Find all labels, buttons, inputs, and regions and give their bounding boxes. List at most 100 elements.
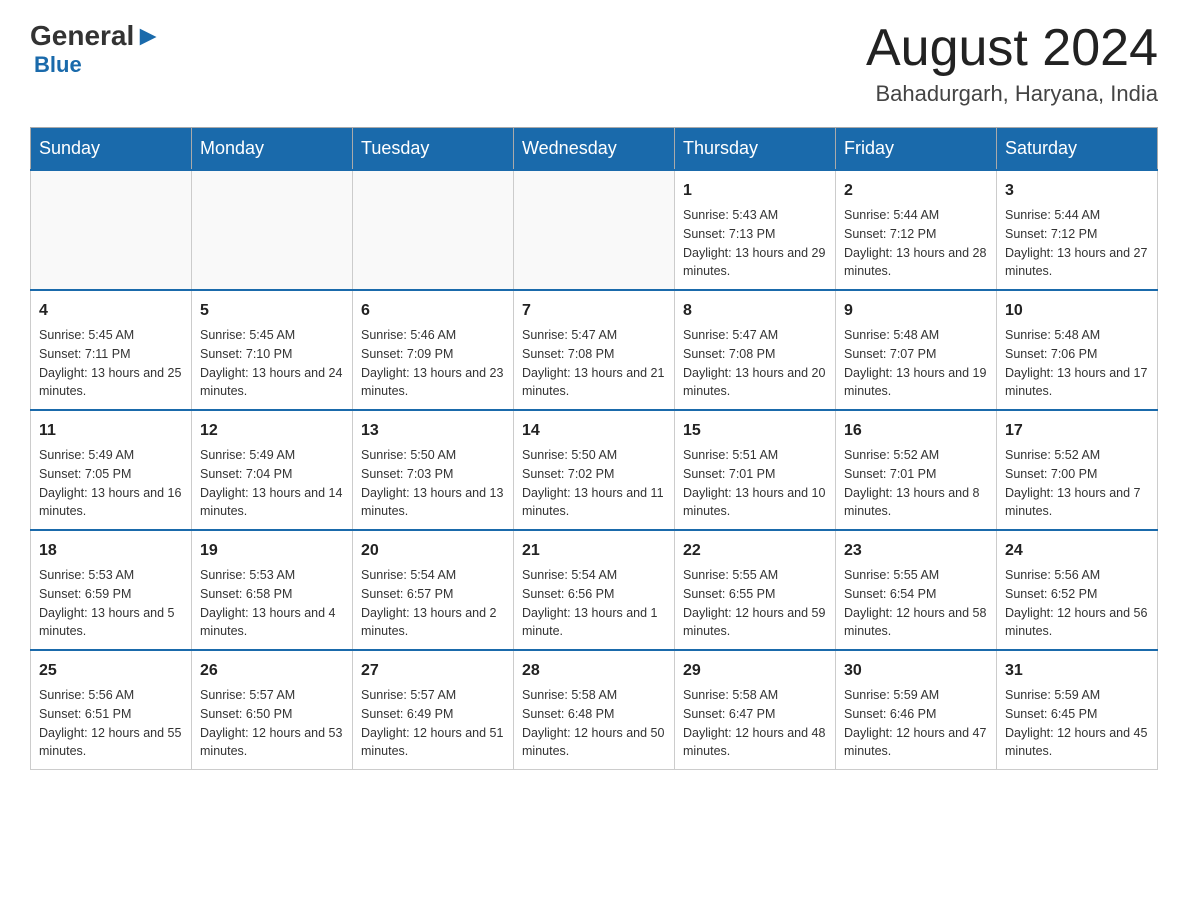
calendar-header-friday: Friday	[836, 128, 997, 171]
day-number: 6	[361, 299, 505, 323]
day-number: 22	[683, 539, 827, 563]
day-number: 28	[522, 659, 666, 683]
day-info: Sunrise: 5:45 AM Sunset: 7:10 PM Dayligh…	[200, 326, 344, 401]
day-info: Sunrise: 5:59 AM Sunset: 6:46 PM Dayligh…	[844, 686, 988, 761]
calendar-cell: 26 Sunrise: 5:57 AM Sunset: 6:50 PM Dayli…	[192, 650, 353, 770]
calendar-cell: 5 Sunrise: 5:45 AM Sunset: 7:10 PM Daylig…	[192, 290, 353, 410]
day-number: 24	[1005, 539, 1149, 563]
day-info: Sunrise: 5:57 AM Sunset: 6:49 PM Dayligh…	[361, 686, 505, 761]
calendar-cell: 11 Sunrise: 5:49 AM Sunset: 7:05 PM Dayli…	[31, 410, 192, 530]
day-number: 31	[1005, 659, 1149, 683]
day-info: Sunrise: 5:58 AM Sunset: 6:48 PM Dayligh…	[522, 686, 666, 761]
calendar-header-tuesday: Tuesday	[353, 128, 514, 171]
day-info: Sunrise: 5:55 AM Sunset: 6:55 PM Dayligh…	[683, 566, 827, 641]
calendar-cell: 12 Sunrise: 5:49 AM Sunset: 7:04 PM Dayli…	[192, 410, 353, 530]
calendar-header-sunday: Sunday	[31, 128, 192, 171]
calendar-cell: 29 Sunrise: 5:58 AM Sunset: 6:47 PM Dayli…	[675, 650, 836, 770]
day-info: Sunrise: 5:54 AM Sunset: 6:57 PM Dayligh…	[361, 566, 505, 641]
week-row-5: 25 Sunrise: 5:56 AM Sunset: 6:51 PM Dayli…	[31, 650, 1158, 770]
day-number: 9	[844, 299, 988, 323]
calendar-cell: 13Sunrise: 5:50 AM Sunset: 7:03 PM Dayli…	[353, 410, 514, 530]
calendar-header-saturday: Saturday	[997, 128, 1158, 171]
calendar-header-monday: Monday	[192, 128, 353, 171]
day-info: Sunrise: 5:58 AM Sunset: 6:47 PM Dayligh…	[683, 686, 827, 761]
calendar-header-thursday: Thursday	[675, 128, 836, 171]
calendar-cell: 19Sunrise: 5:53 AM Sunset: 6:58 PM Dayli…	[192, 530, 353, 650]
calendar-cell: 14 Sunrise: 5:50 AM Sunset: 7:02 PM Dayli…	[514, 410, 675, 530]
day-number: 20	[361, 539, 505, 563]
day-info: Sunrise: 5:52 AM Sunset: 7:00 PM Dayligh…	[1005, 446, 1149, 521]
day-number: 29	[683, 659, 827, 683]
day-number: 10	[1005, 299, 1149, 323]
week-row-3: 11 Sunrise: 5:49 AM Sunset: 7:05 PM Dayli…	[31, 410, 1158, 530]
day-number: 26	[200, 659, 344, 683]
day-info: Sunrise: 5:49 AM Sunset: 7:05 PM Dayligh…	[39, 446, 183, 521]
week-row-4: 18Sunrise: 5:53 AM Sunset: 6:59 PM Dayli…	[31, 530, 1158, 650]
day-info: Sunrise: 5:54 AM Sunset: 6:56 PM Dayligh…	[522, 566, 666, 641]
day-info: Sunrise: 5:53 AM Sunset: 6:59 PM Dayligh…	[39, 566, 183, 641]
day-number: 8	[683, 299, 827, 323]
day-info: Sunrise: 5:52 AM Sunset: 7:01 PM Dayligh…	[844, 446, 988, 521]
day-info: Sunrise: 5:57 AM Sunset: 6:50 PM Dayligh…	[200, 686, 344, 761]
logo-arrow-icon: ►	[134, 20, 162, 52]
day-info: Sunrise: 5:55 AM Sunset: 6:54 PM Dayligh…	[844, 566, 988, 641]
calendar-cell: 30 Sunrise: 5:59 AM Sunset: 6:46 PM Dayli…	[836, 650, 997, 770]
day-number: 11	[39, 419, 183, 443]
calendar-cell: 27 Sunrise: 5:57 AM Sunset: 6:49 PM Dayli…	[353, 650, 514, 770]
day-number: 15	[683, 419, 827, 443]
day-number: 1	[683, 179, 827, 203]
calendar-cell	[353, 170, 514, 290]
day-info: Sunrise: 5:43 AM Sunset: 7:13 PM Dayligh…	[683, 206, 827, 281]
calendar-title-block: August 2024 Bahadurgarh, Haryana, India	[866, 20, 1158, 107]
day-number: 30	[844, 659, 988, 683]
day-info: Sunrise: 5:47 AM Sunset: 7:08 PM Dayligh…	[683, 326, 827, 401]
calendar-header-row: SundayMondayTuesdayWednesdayThursdayFrid…	[31, 128, 1158, 171]
calendar-cell: 28 Sunrise: 5:58 AM Sunset: 6:48 PM Dayli…	[514, 650, 675, 770]
day-info: Sunrise: 5:44 AM Sunset: 7:12 PM Dayligh…	[844, 206, 988, 281]
day-info: Sunrise: 5:51 AM Sunset: 7:01 PM Dayligh…	[683, 446, 827, 521]
day-info: Sunrise: 5:56 AM Sunset: 6:51 PM Dayligh…	[39, 686, 183, 761]
day-info: Sunrise: 5:49 AM Sunset: 7:04 PM Dayligh…	[200, 446, 344, 521]
calendar-cell: 18Sunrise: 5:53 AM Sunset: 6:59 PM Dayli…	[31, 530, 192, 650]
day-number: 4	[39, 299, 183, 323]
calendar-cell: 9Sunrise: 5:48 AM Sunset: 7:07 PM Daylig…	[836, 290, 997, 410]
calendar-cell: 4 Sunrise: 5:45 AM Sunset: 7:11 PM Daylig…	[31, 290, 192, 410]
calendar-cell: 22 Sunrise: 5:55 AM Sunset: 6:55 PM Dayli…	[675, 530, 836, 650]
page-header: General ► Blue August 2024 Bahadurgarh, …	[30, 20, 1158, 107]
week-row-2: 4 Sunrise: 5:45 AM Sunset: 7:11 PM Daylig…	[31, 290, 1158, 410]
calendar-cell: 21 Sunrise: 5:54 AM Sunset: 6:56 PM Dayli…	[514, 530, 675, 650]
day-number: 17	[1005, 419, 1149, 443]
day-number: 5	[200, 299, 344, 323]
day-number: 21	[522, 539, 666, 563]
day-number: 7	[522, 299, 666, 323]
calendar-cell: 20 Sunrise: 5:54 AM Sunset: 6:57 PM Dayli…	[353, 530, 514, 650]
calendar-cell: 17 Sunrise: 5:52 AM Sunset: 7:00 PM Dayli…	[997, 410, 1158, 530]
day-info: Sunrise: 5:46 AM Sunset: 7:09 PM Dayligh…	[361, 326, 505, 401]
logo-general-text: General	[30, 20, 134, 52]
day-number: 14	[522, 419, 666, 443]
day-info: Sunrise: 5:50 AM Sunset: 7:02 PM Dayligh…	[522, 446, 666, 521]
day-number: 16	[844, 419, 988, 443]
calendar-cell: 15 Sunrise: 5:51 AM Sunset: 7:01 PM Dayli…	[675, 410, 836, 530]
day-number: 23	[844, 539, 988, 563]
day-number: 13	[361, 419, 505, 443]
calendar-cell: 25 Sunrise: 5:56 AM Sunset: 6:51 PM Dayli…	[31, 650, 192, 770]
calendar-cell: 2Sunrise: 5:44 AM Sunset: 7:12 PM Daylig…	[836, 170, 997, 290]
day-number: 3	[1005, 179, 1149, 203]
day-number: 25	[39, 659, 183, 683]
calendar-cell: 8 Sunrise: 5:47 AM Sunset: 7:08 PM Daylig…	[675, 290, 836, 410]
week-row-1: 1 Sunrise: 5:43 AM Sunset: 7:13 PM Daylig…	[31, 170, 1158, 290]
calendar-header-wednesday: Wednesday	[514, 128, 675, 171]
calendar-cell: 6 Sunrise: 5:46 AM Sunset: 7:09 PM Daylig…	[353, 290, 514, 410]
calendar-cell: 3Sunrise: 5:44 AM Sunset: 7:12 PM Daylig…	[997, 170, 1158, 290]
day-number: 27	[361, 659, 505, 683]
day-info: Sunrise: 5:56 AM Sunset: 6:52 PM Dayligh…	[1005, 566, 1149, 641]
day-info: Sunrise: 5:48 AM Sunset: 7:06 PM Dayligh…	[1005, 326, 1149, 401]
calendar-cell	[192, 170, 353, 290]
day-info: Sunrise: 5:47 AM Sunset: 7:08 PM Dayligh…	[522, 326, 666, 401]
calendar-cell: 24 Sunrise: 5:56 AM Sunset: 6:52 PM Dayli…	[997, 530, 1158, 650]
day-info: Sunrise: 5:45 AM Sunset: 7:11 PM Dayligh…	[39, 326, 183, 401]
day-number: 12	[200, 419, 344, 443]
calendar-cell: 10 Sunrise: 5:48 AM Sunset: 7:06 PM Dayli…	[997, 290, 1158, 410]
calendar-cell: 1 Sunrise: 5:43 AM Sunset: 7:13 PM Daylig…	[675, 170, 836, 290]
